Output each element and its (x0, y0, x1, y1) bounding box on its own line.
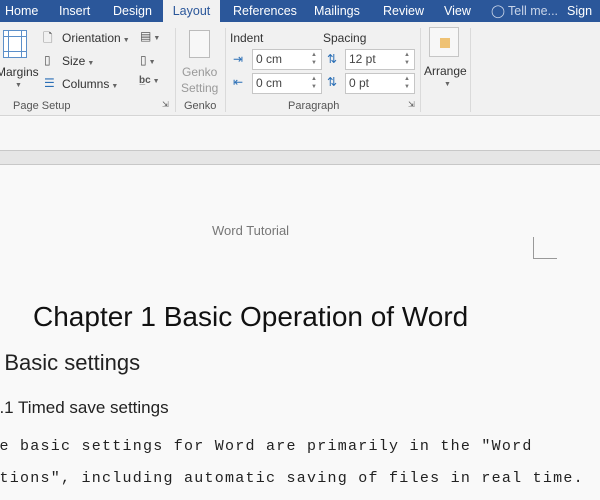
spinner-arrows[interactable]: ▲ ▼ (311, 51, 317, 67)
arrange-icon (429, 27, 459, 57)
tab-design[interactable]: Design (113, 0, 152, 22)
genko-group-label: Genko (184, 100, 217, 112)
orientation-label: Orientation (62, 31, 121, 45)
chevron-down-icon: ▼ (15, 82, 22, 89)
dialog-launcher-icon[interactable]: ⇲ (162, 100, 169, 109)
margins-label: Margins (0, 65, 39, 79)
paragraph-group-label: Paragraph (288, 100, 340, 112)
spacing-label: Spacing (323, 31, 367, 45)
size-button[interactable]: Size ▼ (62, 54, 94, 68)
spacing-after-value: 0 pt (349, 76, 370, 90)
body-line-1: The basic settings for Word are primaril… (0, 438, 533, 455)
spacing-before-icon: ⇅ (327, 52, 338, 66)
indent-left-input[interactable]: 0 cm ▲ ▼ (252, 49, 322, 70)
tab-view[interactable]: View (444, 0, 471, 22)
tab-insert[interactable]: Insert (59, 0, 90, 22)
heading-2: 1 Basic settings (0, 350, 141, 375)
indent-right-icon: ⇤ (233, 75, 244, 89)
page-header: Word Tutorial (212, 223, 290, 238)
orientation-button[interactable]: Orientation ▼ (62, 31, 130, 45)
indent-right-input[interactable]: 0 cm ▲ ▼ (252, 73, 322, 94)
spinner-arrows[interactable]: ▲ ▼ (404, 51, 410, 67)
spinner-arrows[interactable]: ▲ ▼ (404, 75, 410, 91)
margins-icon (3, 30, 27, 58)
chevron-down-icon: ▼ (444, 81, 451, 88)
tab-references[interactable]: References (233, 0, 297, 22)
chevron-down-icon: ▼ (122, 37, 130, 44)
columns-icon: ☰ (44, 76, 55, 90)
ribbon-tabs: Home Insert Design Layout References Mai… (0, 0, 600, 40)
ruler-area (0, 117, 600, 150)
group-divider (470, 28, 471, 112)
hyphenation-button[interactable]: b̲c ▼ (139, 75, 160, 86)
genko-label-1: Genko (182, 65, 218, 79)
spacing-before-value: 12 pt (349, 52, 376, 66)
genko-label-2: Setting (181, 81, 219, 95)
tab-layout[interactable]: Layout (163, 0, 220, 22)
spinner-arrows[interactable]: ▲ ▼ (311, 75, 317, 91)
columns-button[interactable]: Columns ▼ (62, 77, 118, 91)
chevron-down-icon: ▼ (87, 60, 95, 67)
size-label: Size (62, 54, 86, 68)
size-icon: ▯ (44, 53, 51, 67)
tell-me-search[interactable]: Tell me... (508, 0, 558, 22)
page-gap (0, 150, 600, 165)
sign-in-link[interactable]: Sign in (567, 0, 600, 40)
indent-label: Indent (230, 31, 264, 45)
line-numbers-button[interactable]: ▯ ▼ (140, 53, 156, 67)
group-divider (420, 28, 421, 112)
tab-home[interactable]: Home (5, 0, 38, 22)
genko-icon (189, 30, 210, 58)
arrange-label: Arrange (424, 64, 467, 78)
chevron-down-icon: ▼ (111, 83, 119, 90)
breaks-button[interactable]: ▤ ▼ (140, 29, 160, 43)
body-line-2: options", including automatic saving of … (0, 470, 584, 487)
spacing-after-icon: ⇅ (327, 75, 338, 89)
margin-corner-mark (533, 237, 557, 259)
orientation-icon: 🗋 (43, 31, 53, 45)
indent-left-icon: ⇥ (233, 52, 244, 66)
ribbon: Margins ▼ 🗋 Orientation ▼ ▯ Size ▼ ☰ Colum… (0, 22, 600, 116)
spacing-after-input[interactable]: 0 pt ▲ ▼ (345, 73, 415, 94)
tab-mailings[interactable]: Mailings (314, 0, 360, 22)
spacing-before-input[interactable]: 12 pt ▲ ▼ (345, 49, 415, 70)
page-setup-group-label: Page Setup (13, 100, 71, 112)
dialog-launcher-icon[interactable]: ⇲ (408, 100, 415, 109)
indent-left-value: 0 cm (256, 52, 283, 66)
tab-review[interactable]: Review (383, 0, 424, 22)
group-divider (225, 28, 226, 112)
chapter-heading: Chapter 1 Basic Operation of Word (33, 301, 469, 332)
columns-label: Columns (62, 77, 110, 91)
group-divider (175, 28, 176, 112)
indent-right-value: 0 cm (256, 76, 283, 90)
lightbulb-icon: ◯ (491, 4, 505, 18)
heading-3: 1.1 Timed save settings (0, 398, 169, 417)
